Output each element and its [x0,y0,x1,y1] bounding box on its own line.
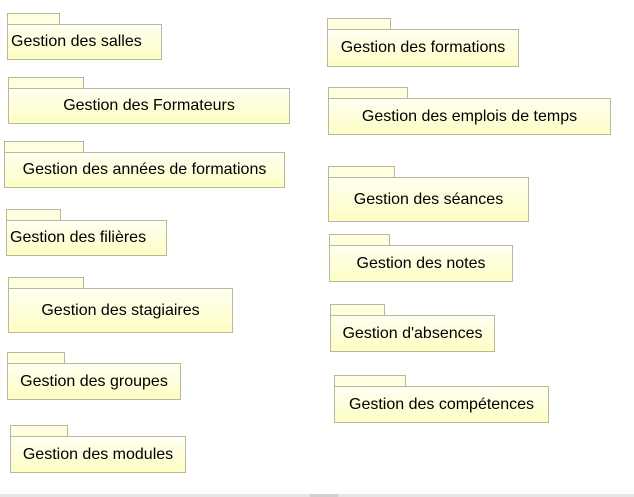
package-gestion-groupes: Gestion des groupes [7,352,181,400]
package-label: Gestion des années de formations [22,161,267,178]
package-label: Gestion des groupes [20,372,168,390]
package-body: Gestion des filières [6,220,167,256]
package-body: Gestion des modules [10,436,186,473]
package-label: Gestion des emplois de temps [361,107,578,125]
package-label: Gestion des modules [22,445,174,463]
package-gestion-emplois-temps: Gestion des emplois de temps [328,87,611,135]
package-gestion-stagiaires: Gestion des stagiaires [8,277,233,333]
package-label: Gestion des salles [11,33,142,50]
package-label: Gestion des séances [353,190,504,208]
package-label: Gestion des Formateurs [63,97,235,114]
package-body: Gestion des Formateurs [8,88,290,124]
package-body: Gestion des séances [328,177,529,222]
package-gestion-formations: Gestion des formations [327,18,519,67]
package-body: Gestion des formations [327,29,519,67]
package-label: Gestion des formations [340,39,506,56]
package-gestion-notes: Gestion des notes [329,234,513,282]
package-label: Gestion des filières [10,229,147,246]
package-body: Gestion des salles [7,24,162,60]
package-label: Gestion des compétences [349,395,534,413]
package-gestion-seances: Gestion des séances [328,166,529,222]
package-label: Gestion d'absences [342,324,483,342]
package-gestion-annees-formations: Gestion des années de formations [4,141,285,188]
package-body: Gestion des emplois de temps [328,98,611,135]
package-body: Gestion des groupes [7,363,181,400]
package-gestion-filieres: Gestion des filières [6,209,167,256]
package-body: Gestion des années de formations [4,152,285,188]
package-gestion-salles: Gestion des salles [7,13,162,60]
package-body: Gestion des compétences [334,386,549,423]
package-gestion-absences: Gestion d'absences [330,304,495,352]
package-gestion-formateurs: Gestion des Formateurs [8,77,290,124]
package-gestion-modules: Gestion des modules [10,425,186,473]
package-body: Gestion d'absences [330,315,495,352]
package-gestion-competences: Gestion des compétences [334,375,549,423]
package-body: Gestion des stagiaires [8,288,233,333]
package-label: Gestion des stagiaires [41,301,200,319]
package-body: Gestion des notes [329,245,513,282]
package-label: Gestion des notes [356,254,486,272]
